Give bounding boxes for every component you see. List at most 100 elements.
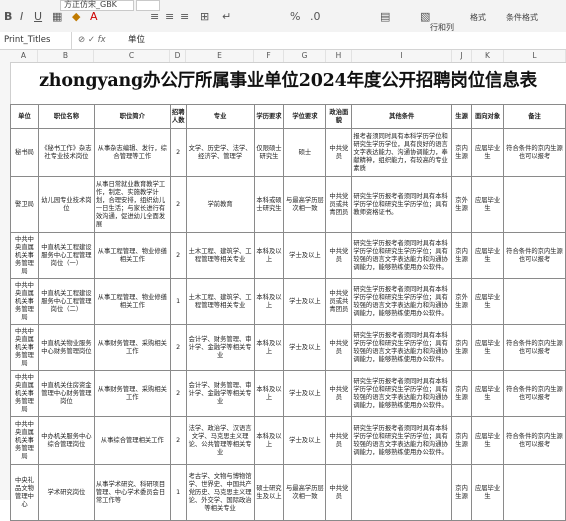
- table-cell[interactable]: 从事工程管理、物业修缮相关工作: [93, 278, 171, 325]
- table-cell[interactable]: 中办机关服务中心综合管理岗位: [37, 416, 95, 465]
- table-cell[interactable]: 符合条件的京内生源也可以报考: [503, 370, 566, 417]
- table-cell[interactable]: 中共党员: [325, 416, 353, 465]
- table-cell[interactable]: 2: [169, 370, 187, 417]
- table-cell[interactable]: 中共党员或共青团员: [325, 278, 353, 325]
- table-cell[interactable]: 应届毕业生: [471, 176, 505, 233]
- conditional-format-label[interactable]: 条件格式: [506, 12, 538, 23]
- table-cell[interactable]: 研究生学历报考者须同时具有本科学历学位和研究生学历学位；具有较强的语言文字表达能…: [351, 324, 453, 371]
- header-cell[interactable]: 学历要求: [253, 104, 285, 129]
- table-cell[interactable]: 京外生源: [451, 176, 473, 233]
- table-cell[interactable]: 京内生源: [451, 128, 473, 177]
- table-cell[interactable]: 与最高学历层次相一致: [283, 176, 327, 233]
- name-box[interactable]: Print_Titles: [0, 32, 72, 49]
- table-cell[interactable]: 本科及以上: [253, 278, 285, 325]
- table-cell[interactable]: 中共党员: [325, 324, 353, 371]
- table-cell[interactable]: 法学、政治学、汉语言文学、马克思主义理论、公共管理等相关专业: [185, 416, 255, 465]
- wrap-text-icon[interactable]: ↵: [222, 10, 231, 23]
- column-J[interactable]: J: [452, 50, 472, 62]
- header-cell[interactable]: 职位名称: [37, 104, 95, 129]
- header-cell[interactable]: 其他条件: [351, 104, 453, 129]
- table-cell[interactable]: 土木工程、建筑学、工程管理等相关专业: [185, 278, 255, 325]
- table-cell[interactable]: 中共党员: [325, 464, 353, 521]
- column-K[interactable]: K: [472, 50, 504, 62]
- table-cell[interactable]: 从事财务管理、采购相关工作: [93, 370, 171, 417]
- header-cell[interactable]: 政治面貌: [325, 104, 353, 129]
- table-cell[interactable]: 1: [169, 278, 187, 325]
- table-cell[interactable]: [351, 464, 453, 521]
- table-cell[interactable]: 中共党员: [325, 370, 353, 417]
- column-G[interactable]: G: [284, 50, 326, 62]
- table-cell[interactable]: 中直机关住房资金管理中心财务管理岗位: [37, 370, 95, 417]
- table-cell[interactable]: 仅限硕士研究生: [253, 128, 285, 177]
- table-cell[interactable]: 符合条件的京内生源也可以报考: [503, 324, 566, 371]
- table-cell[interactable]: 中共党员: [325, 232, 353, 279]
- sheet-title[interactable]: zhongyang办公厅所属事业单位2024年度公开招聘岗位信息表: [10, 62, 566, 100]
- table-cell[interactable]: 符合条件的京内生源也可以报考: [503, 128, 566, 177]
- table-cell[interactable]: 京内生源: [451, 416, 473, 465]
- table-cell[interactable]: 京内生源: [451, 232, 473, 279]
- table-cell[interactable]: 学士及以上: [283, 370, 327, 417]
- header-cell[interactable]: 生源: [451, 104, 473, 129]
- table-cell[interactable]: 土木工程、建筑学、工程管理等相关专业: [185, 232, 255, 279]
- table-cell[interactable]: 《秘书工作》杂志社专业技术岗位: [37, 128, 95, 177]
- table-cell[interactable]: 1: [169, 464, 187, 521]
- cell-style-icon[interactable]: ▧: [420, 10, 430, 23]
- table-cell[interactable]: 从事学术研究、科研项目管理、中心学术委员会日常工作等: [93, 464, 171, 521]
- table-cell[interactable]: 符合条件的京内生源也可以报考: [503, 416, 566, 465]
- header-cell[interactable]: 学位要求: [283, 104, 327, 129]
- table-cell[interactable]: 京外生源: [451, 278, 473, 325]
- table-style-icon[interactable]: ▤: [380, 10, 390, 23]
- table-cell[interactable]: 研究生学历报考者须同时具有本科学历学位和研究生学历学位；具有教师资格证书。: [351, 176, 453, 233]
- table-cell[interactable]: 硕士研究生及以上: [253, 464, 285, 521]
- table-cell[interactable]: 应届毕业生: [471, 370, 505, 417]
- table-cell[interactable]: 应届毕业生: [471, 464, 505, 521]
- table-cell[interactable]: 幼儿园专业技术岗位: [37, 176, 95, 233]
- table-cell[interactable]: 中直机关物业服务中心财务管理岗位: [37, 324, 95, 371]
- column-I[interactable]: I: [352, 50, 452, 62]
- formula-input[interactable]: 单位: [128, 32, 145, 49]
- table-cell[interactable]: 警卫局: [10, 176, 39, 233]
- table-cell[interactable]: 学术研究岗位: [37, 464, 95, 521]
- table-cell[interactable]: 硕士: [283, 128, 327, 177]
- table-cell[interactable]: 中共党员或共青团员: [325, 176, 353, 233]
- column-C[interactable]: C: [94, 50, 170, 62]
- table-cell[interactable]: 应届毕业生: [471, 416, 505, 465]
- table-cell[interactable]: 符合条件的京内生源也可以报考: [503, 232, 566, 279]
- table-cell[interactable]: 中共中央直属机关事务管理局: [10, 324, 39, 371]
- merge-icon[interactable]: ⊞: [200, 10, 209, 23]
- table-cell[interactable]: 从事杂志编辑、发行，综合管理等工作: [93, 128, 171, 177]
- table-cell[interactable]: 中直机关工程建设服务中心工程管理岗位（一）: [37, 232, 95, 279]
- align-center-icon[interactable]: ≡: [165, 10, 174, 23]
- column-H[interactable]: H: [326, 50, 352, 62]
- table-cell[interactable]: 从事综合管理相关工作: [93, 416, 171, 465]
- table-cell[interactable]: 应届毕业生: [471, 324, 505, 371]
- column-L[interactable]: L: [504, 50, 566, 62]
- header-cell[interactable]: 面向对象: [471, 104, 505, 129]
- table-cell[interactable]: 2: [169, 232, 187, 279]
- table-cell[interactable]: 2: [169, 324, 187, 371]
- column-E[interactable]: E: [186, 50, 254, 62]
- format-label[interactable]: 格式: [470, 12, 486, 23]
- borders-icon[interactable]: ▦: [52, 10, 62, 23]
- table-cell[interactable]: 会计学、财务管理、审计学、金融学等相关专业: [185, 370, 255, 417]
- table-cell[interactable]: 与最高学历层次相一致: [283, 464, 327, 521]
- table-cell[interactable]: 本科及以上: [253, 370, 285, 417]
- table-cell[interactable]: 考古学、文物与博物馆学、世界史、中国共产党历史、马克思主义理论、外交学、国际政治…: [185, 464, 255, 521]
- table-cell[interactable]: 中共中央直属机关事务管理局: [10, 370, 39, 417]
- header-cell[interactable]: 单位: [10, 104, 39, 129]
- table-cell[interactable]: 文学、历史学、法学、经济学、管理学: [185, 128, 255, 177]
- table-cell[interactable]: 中共党员: [325, 128, 353, 177]
- decimal-icon[interactable]: .0: [310, 10, 321, 23]
- align-left-icon[interactable]: ≡: [150, 10, 159, 23]
- column-A[interactable]: A: [10, 50, 38, 62]
- table-cell[interactable]: 本科或硕士研究生: [253, 176, 285, 233]
- table-cell[interactable]: 中共中央直属机关事务管理局: [10, 232, 39, 279]
- underline-icon[interactable]: U: [34, 10, 42, 23]
- table-cell[interactable]: 会计学、财务管理、审计学、金融学等相关专业: [185, 324, 255, 371]
- table-cell[interactable]: 学士及以上: [283, 278, 327, 325]
- align-right-icon[interactable]: ≡: [180, 10, 189, 23]
- table-cell[interactable]: 研究生学历报考者须同时具有本科学历学位和研究生学历学位；具有较强的语言文字表达能…: [351, 416, 453, 465]
- table-cell[interactable]: 研究生学历报考者须同时具有本科学历学位和研究生学历学位；具有较强的语言文字表达能…: [351, 278, 453, 325]
- table-cell[interactable]: 学士及以上: [283, 324, 327, 371]
- table-cell[interactable]: 应届毕业生: [471, 278, 505, 325]
